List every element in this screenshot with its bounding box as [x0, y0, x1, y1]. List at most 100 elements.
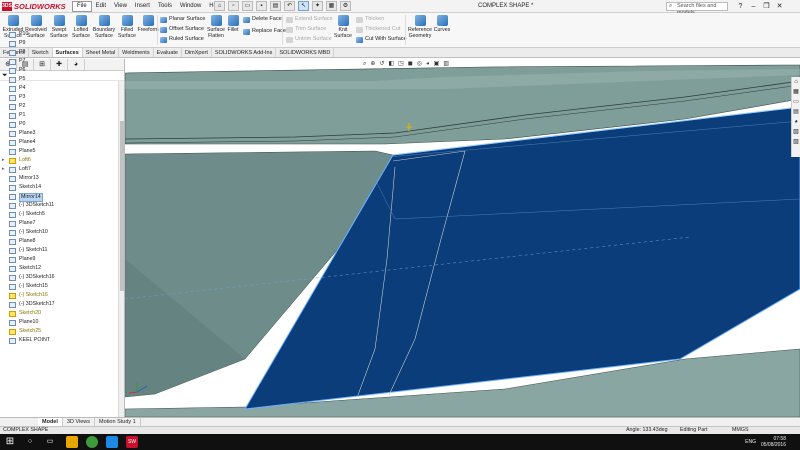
tab-model[interactable]: Model	[38, 418, 63, 426]
rebuild-icon[interactable]: ✦	[312, 1, 323, 11]
appearances-icon[interactable]: ◕	[792, 117, 800, 127]
file-explorer-icon[interactable]: ▭	[792, 97, 800, 107]
language-indicator[interactable]: ENG	[745, 439, 756, 445]
tree-node[interactable]: Plane3	[0, 129, 118, 138]
tree-node[interactable]: (-) Sketch16	[0, 291, 118, 300]
delete-face-button[interactable]: Delete Face	[243, 16, 282, 23]
tree-node[interactable]: P0	[0, 120, 118, 129]
tree-node[interactable]: (-) 3DSketch16	[0, 273, 118, 282]
tree-node[interactable]: P9	[0, 39, 118, 48]
display-style-icon[interactable]: ◼	[408, 60, 413, 68]
tree-node[interactable]: Sketch14	[0, 183, 118, 192]
tree-node[interactable]: P2	[0, 102, 118, 111]
help-icon[interactable]: ?	[734, 0, 747, 13]
hide-show-icon[interactable]: ◎	[417, 60, 422, 68]
menu-edit[interactable]: Edit	[92, 1, 110, 12]
design-library-icon[interactable]: ▦	[792, 87, 800, 97]
surface-flatten-button[interactable]: Surface Flatten	[205, 15, 227, 39]
tree-node[interactable]: Mirror14	[0, 192, 118, 202]
extend-surface-button[interactable]: Extend Surface	[286, 16, 333, 23]
graphics-viewport[interactable]: ⌕ ⊕ ↺ ◧ ◳ ◼ ◎ ◕ ▣ ▥ ⌂ ▦ ▭ ▤ ◕ ▧ ▨	[125, 59, 800, 417]
expand-arrow-icon[interactable]: ▸	[2, 156, 5, 165]
filled-surface-button[interactable]: Filled Surface	[116, 15, 138, 39]
tab-3d-views[interactable]: 3D Views	[63, 418, 96, 426]
file-explorer-taskbar-icon[interactable]	[66, 436, 78, 448]
menu-tools[interactable]: Tools	[154, 1, 176, 12]
tree-node[interactable]: P1	[0, 111, 118, 120]
ruled-surface-button[interactable]: Ruled Surface	[160, 36, 204, 43]
menu-file[interactable]: File	[72, 1, 92, 12]
tree-node[interactable]: Plane10	[0, 318, 118, 327]
previous-view-icon[interactable]: ↺	[379, 60, 384, 68]
tab-weldments[interactable]: Weldments	[119, 48, 154, 57]
print-icon[interactable]: ▤	[270, 1, 281, 11]
tree-node[interactable]: Sketch12	[0, 264, 118, 273]
view-settings-icon[interactable]: ▥	[443, 60, 449, 68]
tree-node[interactable]: P4	[0, 84, 118, 93]
tree-node[interactable]: (-) Sketch11	[0, 246, 118, 255]
solidworks-taskbar-icon[interactable]: SW	[126, 436, 138, 448]
freeform-button[interactable]: Freeform	[137, 15, 159, 33]
trim-surface-button[interactable]: Trim Surface	[286, 26, 326, 33]
tree-node[interactable]: KEEL POINT	[0, 336, 118, 345]
tree-node[interactable]: (-) Sketch10	[0, 228, 118, 237]
open-icon[interactable]: ▭	[242, 1, 253, 11]
tree-node[interactable]: ▸ Loft7	[0, 165, 118, 174]
menu-window[interactable]: Window	[176, 1, 205, 12]
tree-node[interactable]: ▸ Loft6	[0, 156, 118, 165]
windows-start-icon[interactable]: ⊞	[4, 436, 16, 448]
tab-evaluate[interactable]: Evaluate	[154, 48, 182, 57]
reference-geometry-button[interactable]: Reference Geometry	[407, 15, 433, 39]
appearance-icon[interactable]: ◕	[426, 60, 430, 68]
chrome-icon[interactable]	[86, 436, 98, 448]
new-document-icon[interactable]: ▫	[228, 1, 239, 11]
tree-node[interactable]: P6	[0, 66, 118, 75]
offset-surface-button[interactable]: Offset Surface	[160, 26, 204, 33]
tree-node[interactable]: Sketch25	[0, 327, 118, 336]
file-properties-icon[interactable]: ▦	[326, 1, 337, 11]
status-units[interactable]: MMGS	[732, 427, 748, 434]
tree-node[interactable]: P10	[0, 30, 118, 39]
tree-node[interactable]: Plane5	[0, 147, 118, 156]
resources-icon[interactable]: ⌂	[792, 77, 800, 87]
zoom-area-icon[interactable]: ⊕	[370, 60, 375, 68]
tab-solidworks-mbd[interactable]: SOLIDWORKS MBD	[276, 48, 335, 57]
forum-icon[interactable]: ▨	[792, 137, 800, 147]
thicken-button[interactable]: Thicken	[356, 16, 384, 23]
zoom-to-fit-icon[interactable]: ⌕	[363, 60, 366, 68]
tab-dimxpert[interactable]: DimXpert	[182, 48, 212, 57]
search-taskbar-icon[interactable]: ○	[24, 436, 36, 448]
tree-node[interactable]: Sketch20	[0, 309, 118, 318]
menu-insert[interactable]: Insert	[131, 1, 154, 12]
clock[interactable]: 07:58 05/08/2016	[761, 436, 786, 448]
curves-button[interactable]: Curves	[433, 15, 451, 33]
tree-node[interactable]: (-) Sketch15	[0, 282, 118, 291]
model-view[interactable]	[125, 59, 800, 417]
tree-node[interactable]: P8	[0, 48, 118, 57]
tree-node[interactable]: (-) Sketch5	[0, 210, 118, 219]
undo-icon[interactable]: ↶	[284, 1, 295, 11]
fillet-button[interactable]: Fillet	[226, 15, 240, 33]
task-view-icon[interactable]: ▭	[44, 436, 56, 448]
tree-node[interactable]: Plane4	[0, 138, 118, 147]
scene-icon[interactable]: ▣	[434, 60, 440, 68]
tab-solidworks-add-ins[interactable]: SOLIDWORKS Add-Ins	[212, 48, 277, 57]
view-orientation-icon[interactable]: ◳	[398, 60, 404, 68]
scrollbar-thumb[interactable]	[120, 121, 124, 291]
untrim-surface-button[interactable]: Untrim Surface	[286, 36, 332, 43]
tree-node[interactable]: P3	[0, 93, 118, 102]
tree-node[interactable]: Mirror13	[0, 174, 118, 183]
tree-node[interactable]: (-) 3DSketch11	[0, 201, 118, 210]
view-palette-icon[interactable]: ▤	[792, 107, 800, 117]
close-icon[interactable]: ✕	[773, 0, 786, 13]
options-gear-icon[interactable]: ⚙	[340, 1, 351, 11]
tree-node[interactable]: Plane8	[0, 237, 118, 246]
planar-surface-button[interactable]: Planar Surface	[160, 16, 205, 23]
replace-face-button[interactable]: Replace Face	[243, 28, 286, 35]
thickened-cut-button[interactable]: Thickened Cut	[356, 26, 400, 33]
search-box[interactable]: ⌕Search files and models	[666, 2, 728, 16]
select-cursor-icon[interactable]: ↖	[298, 1, 309, 11]
custom-properties-icon[interactable]: ▧	[792, 127, 800, 137]
tree-node[interactable]: (-) 3DSketch17	[0, 300, 118, 309]
minimize-icon[interactable]: –	[747, 0, 760, 13]
